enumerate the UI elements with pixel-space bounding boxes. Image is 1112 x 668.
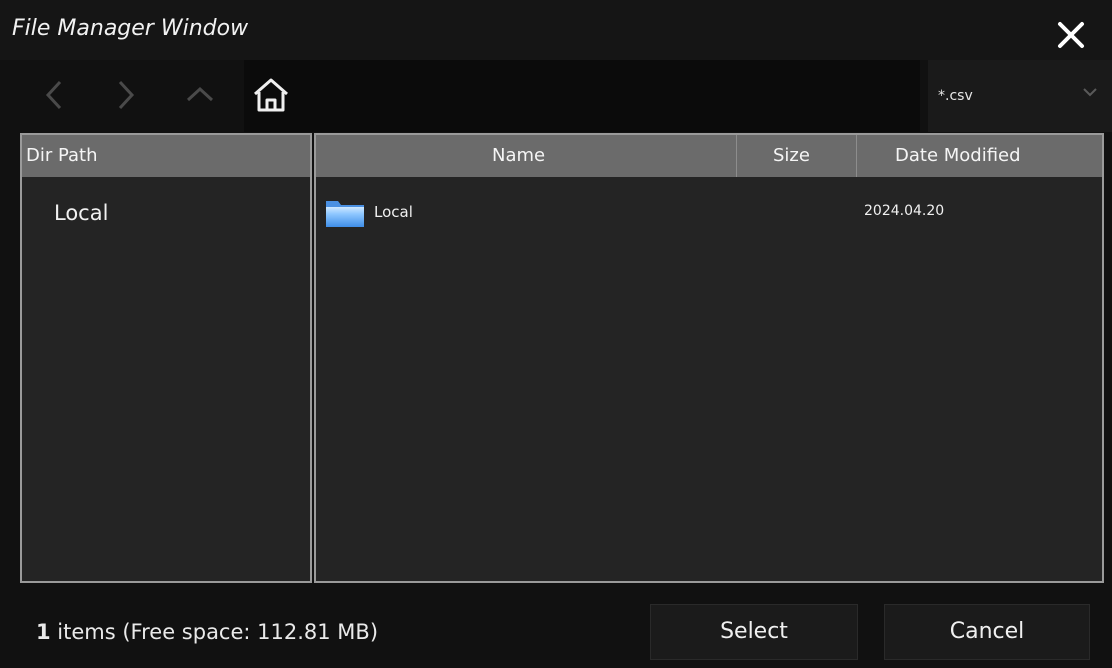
dir-item-local[interactable]: Local — [22, 193, 310, 233]
chevron-up-icon — [186, 86, 214, 102]
select-button[interactable]: Select — [650, 604, 858, 660]
back-button[interactable] — [34, 72, 74, 118]
status-detail: items (Free space: 112.81 MB) — [50, 620, 379, 644]
up-button[interactable] — [180, 72, 220, 118]
chevron-right-icon — [118, 80, 135, 110]
path-input[interactable] — [244, 60, 920, 132]
column-header-size[interactable]: Size — [736, 135, 857, 177]
dir-path-pane: Dir Path Local — [20, 133, 312, 583]
title-bar: File Manager Window — [0, 0, 1112, 60]
file-list-pane: Name Size Date Modified Local 2024.04.20 — [314, 133, 1104, 583]
status-text: 1 items (Free space: 112.81 MB) — [36, 620, 378, 644]
close-icon — [1058, 22, 1084, 48]
home-button[interactable] — [250, 74, 292, 116]
file-date-modified: 2024.04.20 — [864, 203, 945, 219]
file-row[interactable]: Local 2024.04.20 — [316, 193, 1102, 233]
dir-path-header: Dir Path — [22, 135, 310, 177]
file-type-filter[interactable]: *.csv — [928, 60, 1112, 132]
column-header-date[interactable]: Date Modified — [856, 135, 1103, 177]
home-icon — [254, 78, 288, 112]
file-name: Local — [374, 203, 413, 221]
file-list-header: Name Size Date Modified — [316, 135, 1102, 177]
chevron-down-icon — [1083, 88, 1097, 97]
forward-button[interactable] — [106, 72, 146, 118]
dir-item-label: Local — [54, 201, 109, 225]
column-header-name[interactable]: Name — [316, 135, 736, 177]
dir-path-header-label: Dir Path — [26, 145, 98, 166]
column-name-label: Name — [492, 145, 546, 166]
file-manager-window: File Manager Window *.csv Dir Path Local… — [0, 0, 1112, 668]
folder-icon — [326, 201, 364, 227]
cancel-button[interactable]: Cancel — [884, 604, 1090, 660]
close-button[interactable] — [1054, 18, 1088, 52]
window-title: File Manager Window — [12, 16, 249, 41]
filter-value: *.csv — [938, 88, 973, 104]
column-size-label: Size — [773, 145, 810, 166]
chevron-left-icon — [45, 80, 62, 110]
column-date-label: Date Modified — [895, 145, 1021, 166]
item-count: 1 — [36, 620, 51, 644]
